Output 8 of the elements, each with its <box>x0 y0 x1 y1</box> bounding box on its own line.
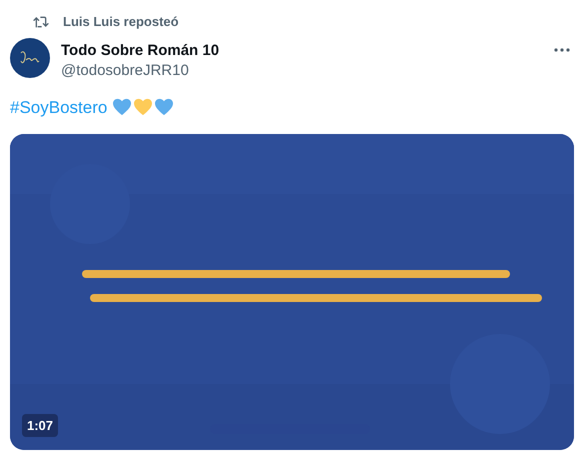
video-player[interactable]: 1:07 <box>10 134 574 450</box>
repost-label: Luis Luis reposteó <box>63 13 179 31</box>
more-icon <box>554 48 570 52</box>
author-name[interactable]: Todo Sobre Román 10 <box>61 40 220 60</box>
duration-badge: 1:07 <box>22 414 58 437</box>
avatar[interactable] <box>10 38 50 78</box>
repost-icon <box>33 14 49 29</box>
author-handle[interactable]: @todosobreJRR10 <box>61 60 220 80</box>
